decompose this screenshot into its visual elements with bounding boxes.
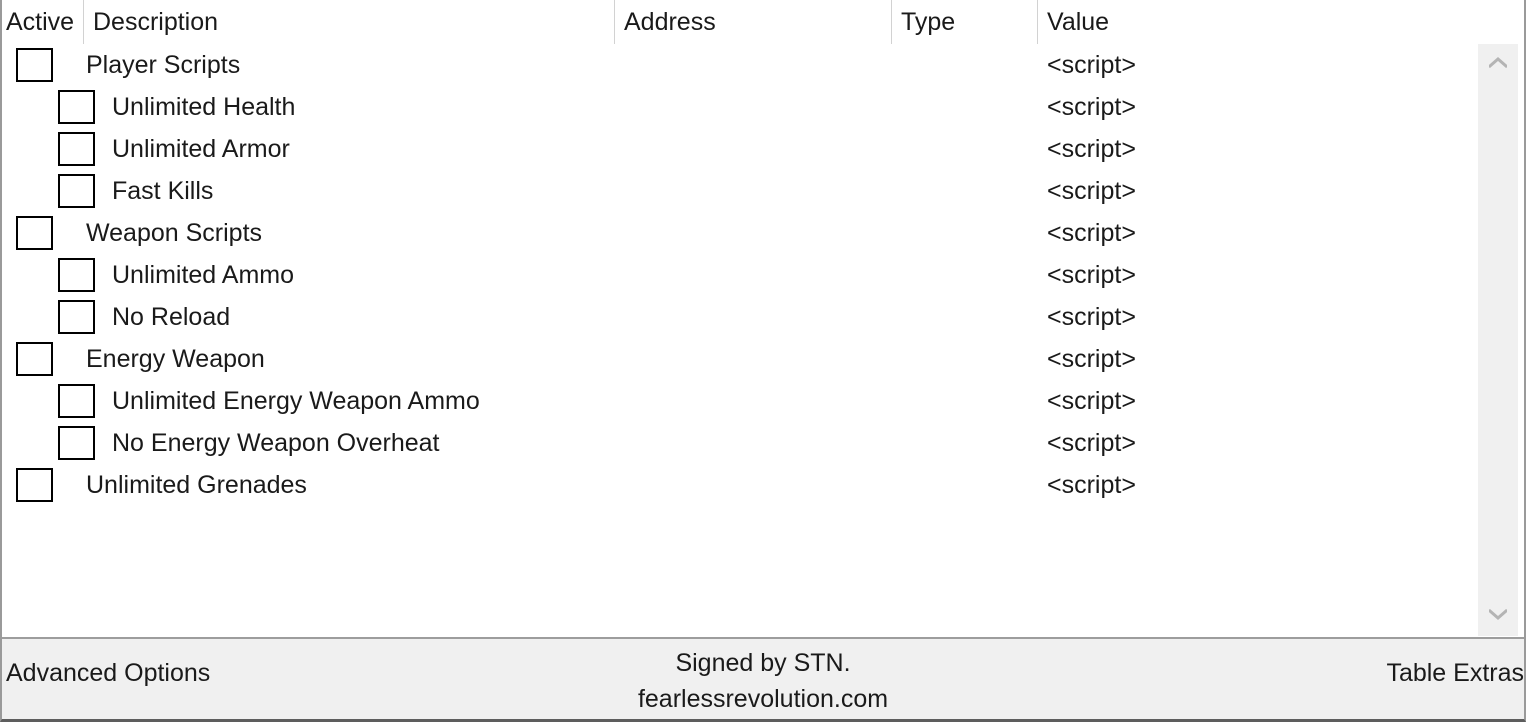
value-cell: <script> (1047, 51, 1136, 79)
description-cell: No Energy Weapon Overheat (112, 429, 440, 457)
scrollbar-track[interactable] (1478, 84, 1518, 596)
description-cell: Unlimited Health (112, 93, 296, 121)
value-cell: <script> (1047, 303, 1136, 331)
scroll-down-button[interactable] (1478, 596, 1518, 636)
description-cell: Energy Weapon (86, 345, 265, 373)
active-checkbox[interactable] (58, 132, 95, 166)
description-cell: Weapon Scripts (86, 219, 263, 247)
signature-line-1: Signed by STN. (675, 649, 851, 677)
active-checkbox[interactable] (16, 342, 53, 376)
value-cell: <script> (1047, 177, 1136, 205)
table-header: Active Description Address Type Value (2, 0, 1524, 44)
cheat-entry-list: Player Scripts <script> Unlimited Health <s… (2, 44, 1524, 636)
table-signature: Signed by STN. fearlessrevolution.com (2, 645, 1524, 717)
description-cell: Unlimited Energy Weapon Ammo (112, 387, 480, 415)
active-checkbox[interactable] (16, 468, 53, 502)
table-row[interactable]: Unlimited Ammo <script> (2, 254, 1478, 296)
description-cell: No Reload (112, 303, 231, 331)
table-rows-container: Player Scripts <script> Unlimited Health <s… (2, 44, 1478, 636)
table-row[interactable]: Unlimited Grenades <script> (2, 464, 1478, 506)
value-cell: <script> (1047, 261, 1136, 289)
table-row[interactable]: Unlimited Armor <script> (2, 128, 1478, 170)
active-checkbox[interactable] (16, 48, 53, 82)
column-header-description[interactable]: Description (83, 0, 218, 44)
status-bar: Advanced Options Signed by STN. fearless… (2, 637, 1524, 719)
active-checkbox[interactable] (58, 258, 95, 292)
value-cell: <script> (1047, 93, 1136, 121)
value-cell: <script> (1047, 345, 1136, 373)
description-cell: Unlimited Armor (112, 135, 290, 163)
column-header-type[interactable]: Type (891, 0, 955, 44)
column-header-address[interactable]: Address (614, 0, 716, 44)
table-row[interactable]: Unlimited Health <script> (2, 86, 1478, 128)
description-cell: Player Scripts (86, 51, 241, 79)
table-row[interactable]: Fast Kills <script> (2, 170, 1478, 212)
table-row[interactable]: Player Scripts <script> (2, 44, 1478, 86)
table-row[interactable]: Unlimited Energy Weapon Ammo <script> (2, 380, 1478, 422)
active-checkbox[interactable] (16, 216, 53, 250)
active-checkbox[interactable] (58, 174, 95, 208)
value-cell: <script> (1047, 471, 1136, 499)
value-cell: <script> (1047, 135, 1136, 163)
signature-line-2: fearlessrevolution.com (637, 685, 889, 713)
value-cell: <script> (1047, 429, 1136, 457)
description-cell: Fast Kills (112, 177, 214, 205)
description-cell: Unlimited Grenades (86, 471, 307, 499)
active-checkbox[interactable] (58, 90, 95, 124)
table-row[interactable]: Energy Weapon <script> (2, 338, 1478, 380)
column-header-value[interactable]: Value (1037, 0, 1109, 44)
column-header-active[interactable]: Active (6, 0, 74, 44)
table-row[interactable]: No Energy Weapon Overheat <script> (2, 422, 1478, 464)
vertical-scrollbar[interactable] (1478, 44, 1518, 636)
active-checkbox[interactable] (58, 426, 95, 460)
active-checkbox[interactable] (58, 384, 95, 418)
scroll-up-button[interactable] (1478, 44, 1518, 84)
value-cell: <script> (1047, 219, 1136, 247)
cheat-table-window: Active Description Address Type Value Pl… (0, 0, 1526, 722)
table-extras-button[interactable]: Table Extras (1386, 659, 1524, 688)
table-row[interactable]: No Reload <script> (2, 296, 1478, 338)
description-cell: Unlimited Ammo (112, 261, 294, 289)
table-row[interactable]: Weapon Scripts <script> (2, 212, 1478, 254)
value-cell: <script> (1047, 387, 1136, 415)
active-checkbox[interactable] (58, 300, 95, 334)
